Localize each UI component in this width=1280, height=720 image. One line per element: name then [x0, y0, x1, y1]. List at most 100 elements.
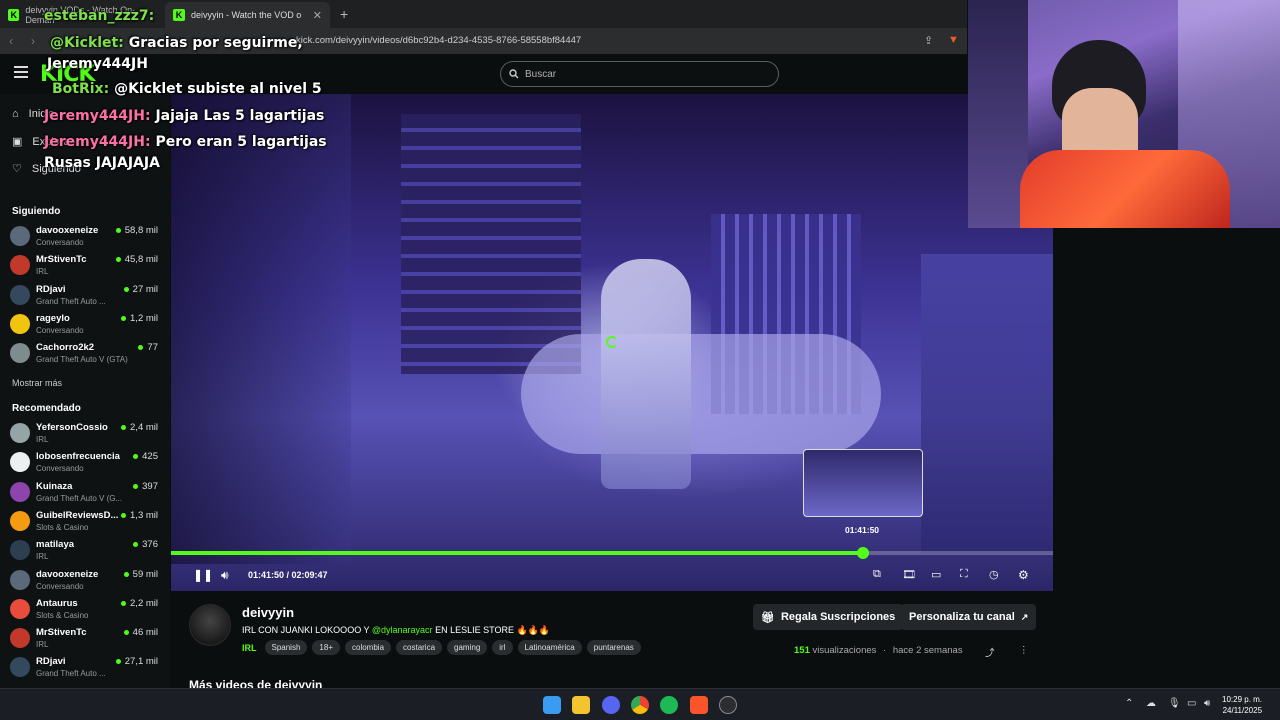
- windows-start-icon[interactable]: [543, 696, 561, 714]
- new-tab-button[interactable]: +: [330, 6, 358, 28]
- recommended-title: Recomendado: [12, 403, 81, 414]
- following-title: Siguiendo: [12, 206, 61, 217]
- title-mention-link[interactable]: @dylanarayacr: [372, 625, 433, 635]
- sidebar-channel-item[interactable]: Kuinaza Grand Theft Auto V (G... 397: [10, 478, 162, 506]
- channel-name: RDjavi: [36, 283, 66, 295]
- gift-subscriptions-button[interactable]: 🎁︎ Regala Suscripciones: [753, 604, 904, 630]
- share-icon[interactable]: ⇪: [924, 34, 933, 47]
- chat-username[interactable]: Jeremy444JH:: [44, 134, 151, 150]
- home-icon: ⌂: [12, 108, 19, 120]
- sidebar-channel-item[interactable]: MrStivenTc IRL 45,8 mil: [10, 251, 162, 279]
- tag-pill[interactable]: gaming: [447, 640, 488, 655]
- progress-handle[interactable]: [857, 547, 870, 559]
- more-options-icon[interactable]: ⋮: [1019, 645, 1029, 656]
- chrome-icon[interactable]: [631, 696, 649, 714]
- theater-mode-icon[interactable]: ▭: [931, 568, 941, 581]
- sidebar-channel-item[interactable]: RDjavi Grand Theft Auto ... 27,1 mil: [10, 653, 162, 681]
- search-input[interactable]: Buscar: [500, 61, 779, 87]
- channel-category: IRL: [36, 640, 49, 650]
- channel-name[interactable]: deivyyin: [242, 605, 294, 620]
- viewer-count: 46 mil: [123, 627, 158, 639]
- chat-username[interactable]: @Kicklet:: [50, 35, 124, 51]
- tag-pill[interactable]: irl: [492, 640, 513, 655]
- tray-chevron-icon[interactable]: ⌃: [1125, 698, 1133, 709]
- search-icon: [509, 69, 519, 79]
- fullscreen-icon[interactable]: ⛶: [960, 568, 968, 581]
- chat-username[interactable]: Jeremy444JH:: [44, 108, 151, 124]
- channel-avatar: [10, 423, 30, 443]
- back-icon[interactable]: ‹: [0, 34, 22, 48]
- url-field[interactable]: kick.com/deivyyin/videos/d6bc92b4-d234-4…: [296, 35, 581, 46]
- clip-icon[interactable]: 🎞︎: [902, 568, 916, 581]
- show-more-link[interactable]: Mostrar más: [12, 378, 62, 388]
- category-link[interactable]: IRL: [242, 643, 257, 653]
- browser-tab-active[interactable]: K deivyyin - Watch the VOD on ✕: [165, 2, 330, 28]
- channel-category: Grand Theft Auto ...: [36, 296, 106, 306]
- video-player[interactable]: 01:41:50 ❚❚ 🔊︎ 01:41:50 / 02:09:47 ⧉ 🎞︎ …: [171, 94, 1053, 591]
- sidebar-channel-item[interactable]: matilaya IRL 376: [10, 536, 162, 564]
- tag-pill[interactable]: 18+: [312, 640, 340, 655]
- sidebar-channel-item[interactable]: davooxeneize Conversando 58,8 mil: [10, 222, 162, 250]
- sidebar-channel-item[interactable]: lobosenfrecuencia Conversando 425: [10, 448, 162, 476]
- file-explorer-icon[interactable]: [572, 696, 590, 714]
- pause-button[interactable]: ❚❚: [193, 568, 213, 582]
- tag-pill[interactable]: Spanish: [264, 640, 308, 655]
- seek-preview-time: 01:41:50: [845, 525, 880, 535]
- channel-category: Slots & Casino: [36, 522, 89, 532]
- scene-left-wall: [171, 94, 351, 564]
- customize-channel-button[interactable]: Personaliza tu canal ↗: [901, 604, 1037, 630]
- sidebar-channel-item[interactable]: Cachorro2k2 Grand Theft Auto V (GTA) 77: [10, 339, 162, 367]
- channel-name: davooxeneize: [36, 225, 99, 236]
- viewer-count: 2,2 mil: [121, 598, 158, 609]
- discord-icon[interactable]: [602, 696, 620, 714]
- speaker-icon[interactable]: 🔊︎: [1204, 698, 1210, 709]
- system-clock[interactable]: 10:29 p. m. 24/11/2025: [1222, 694, 1262, 716]
- search-placeholder: Buscar: [525, 68, 557, 80]
- miniplayer-icon[interactable]: ⧉: [873, 568, 881, 581]
- channel-category: Conversando: [36, 464, 84, 474]
- tag-pill[interactable]: costarica: [396, 640, 443, 655]
- settings-gear-icon[interactable]: ⚙: [1018, 568, 1029, 582]
- viewer-count-value: 1,2 mil: [130, 312, 158, 324]
- microphone-icon[interactable]: 🎙︎: [1168, 698, 1181, 709]
- tray-cloud-icon[interactable]: ☁: [1146, 698, 1156, 709]
- upload-age: hace 2 semanas: [892, 645, 963, 656]
- sidebar-channel-item[interactable]: RDjavi Grand Theft Auto ... 27 mil: [10, 281, 162, 309]
- viewer-count-value: 2,4 mil: [130, 422, 158, 433]
- spotify-icon[interactable]: [660, 696, 678, 714]
- chat-username[interactable]: BotRix:: [52, 81, 109, 97]
- sidebar-channel-item[interactable]: davooxeneize Conversando 59 mil: [10, 566, 162, 594]
- channel-category: IRL: [36, 552, 49, 562]
- channel-category: Conversando: [36, 325, 84, 335]
- viewer-count: 45,8 mil: [115, 254, 158, 265]
- channel-avatar[interactable]: [189, 604, 231, 646]
- brave-icon[interactable]: [690, 696, 708, 714]
- sidebar-channel-item[interactable]: rageylo Conversando 1,2 mil: [10, 310, 162, 338]
- chat-username[interactable]: esteban_zzz7:: [44, 8, 154, 24]
- close-tab-icon[interactable]: ✕: [313, 9, 322, 22]
- share-icon[interactable]: ⤴: [985, 645, 995, 659]
- steam-icon[interactable]: [719, 696, 737, 714]
- chat-message: Rusas JAJAJAJA: [44, 155, 160, 171]
- forward-icon[interactable]: ›: [22, 34, 44, 48]
- tag-pill[interactable]: puntarenas: [586, 640, 641, 655]
- brave-shield-icon[interactable]: ▼: [948, 34, 959, 46]
- button-label: Regala Suscripciones: [780, 611, 896, 623]
- playback-speed-icon[interactable]: ◷: [989, 568, 999, 581]
- webcam-overlay: [968, 0, 1280, 228]
- sidebar-channel-item[interactable]: GuibelReviewsD... Slots & Casino 1,3 mil: [10, 507, 162, 535]
- viewer-count-value: 46 mil: [132, 627, 158, 639]
- progress-bar[interactable]: [171, 547, 1053, 559]
- channel-category: Grand Theft Auto ...: [36, 669, 106, 679]
- volume-icon[interactable]: 🔊︎: [221, 568, 229, 583]
- tag-pill[interactable]: Latinoamérica: [517, 640, 582, 655]
- tag-pill[interactable]: colombia: [345, 640, 392, 655]
- network-icon[interactable]: ▭: [1187, 698, 1196, 709]
- sidebar-channel-item[interactable]: Antaurus Slots & Casino 2,2 mil: [10, 595, 162, 623]
- menu-icon[interactable]: [14, 66, 28, 78]
- sidebar-channel-item[interactable]: YefersonCossio IRL 2,4 mil: [10, 419, 162, 447]
- channel-name: lobosenfrecuencia: [36, 451, 120, 463]
- stream-title: IRL CON JUANKI LOKOOOO Y @dylanarayacr E…: [242, 625, 550, 636]
- views-count: 151: [794, 645, 810, 656]
- sidebar-channel-item[interactable]: MrStivenTc IRL 46 mil: [10, 624, 162, 652]
